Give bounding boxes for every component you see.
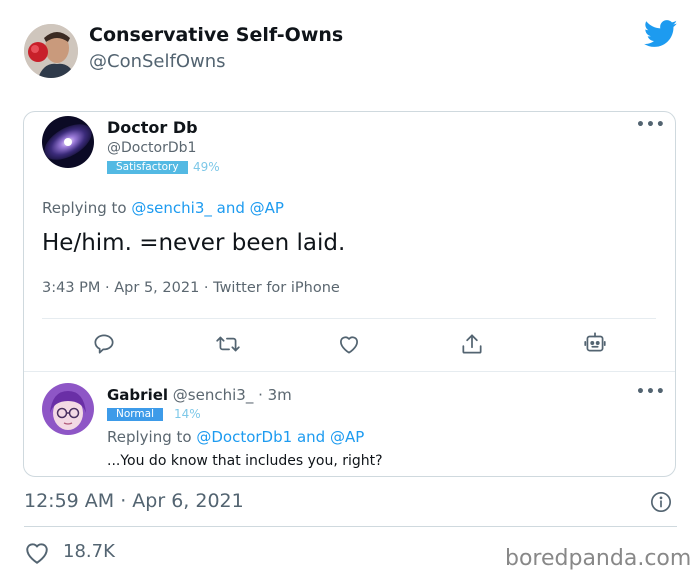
mention-link[interactable]: @senchi3_ xyxy=(131,199,212,217)
share-icon[interactable] xyxy=(459,331,485,357)
mention-link[interactable]: @DoctorDb1 xyxy=(196,428,292,446)
doctordb-name[interactable]: Doctor Db xyxy=(107,118,198,137)
mention-link[interactable]: @AP xyxy=(330,428,364,446)
heart-icon[interactable] xyxy=(24,541,50,565)
divider xyxy=(24,371,675,372)
and-separator: and xyxy=(292,428,330,446)
more-options-icon[interactable]: ••• xyxy=(636,117,666,133)
doctordb-avatar[interactable] xyxy=(42,116,94,168)
gabriel-avatar[interactable] xyxy=(42,383,94,435)
satisfactory-percent: 49% xyxy=(193,160,220,174)
reply-header: Gabriel @senchi3_ · 3m xyxy=(107,386,292,404)
replying-to-label: Replying to xyxy=(42,199,132,217)
tweet-timestamp[interactable]: 12:59 AM · Apr 6, 2021 xyxy=(24,490,244,512)
gabriel-handle-time[interactable]: @senchi3_ · 3m xyxy=(168,386,292,404)
replying-to-label: Replying to xyxy=(107,428,197,446)
replying-to-line: Replying to @DoctorDb1 and @AP xyxy=(107,428,364,446)
like-count[interactable]: 18.7K xyxy=(63,541,115,562)
divider xyxy=(42,318,656,319)
author-handle[interactable]: @ConSelfOwns xyxy=(89,51,226,72)
normal-badge: Normal xyxy=(107,408,163,421)
mention-link[interactable]: @AP xyxy=(250,199,284,217)
author-name[interactable]: Conservative Self-Owns xyxy=(89,24,343,46)
info-icon[interactable] xyxy=(650,491,672,513)
retweet-icon[interactable] xyxy=(215,331,241,357)
quoted-tweet-text: He/him. =never been laid. xyxy=(42,230,346,256)
reply-icon[interactable] xyxy=(91,331,117,357)
satisfactory-badge: Satisfactory xyxy=(107,161,188,174)
gabriel-name[interactable]: Gabriel xyxy=(107,386,168,404)
doctordb-handle[interactable]: @DoctorDb1 xyxy=(107,140,196,156)
divider xyxy=(24,526,677,527)
reply-text: ...You do know that includes you, right? xyxy=(107,453,383,469)
quoted-tweet-meta[interactable]: 3:43 PM · Apr 5, 2021 · Twitter for iPho… xyxy=(42,280,340,296)
like-icon[interactable] xyxy=(336,331,362,357)
replying-to-line: Replying to @senchi3_ and @AP xyxy=(42,199,284,217)
watermark: boredpanda.com xyxy=(505,546,692,571)
robot-icon[interactable] xyxy=(582,330,608,356)
twitter-bird-icon[interactable] xyxy=(643,20,678,48)
and-separator: and xyxy=(211,199,250,217)
normal-percent: 14% xyxy=(174,407,201,421)
more-options-icon[interactable]: ••• xyxy=(636,384,666,400)
author-avatar[interactable] xyxy=(24,24,78,78)
